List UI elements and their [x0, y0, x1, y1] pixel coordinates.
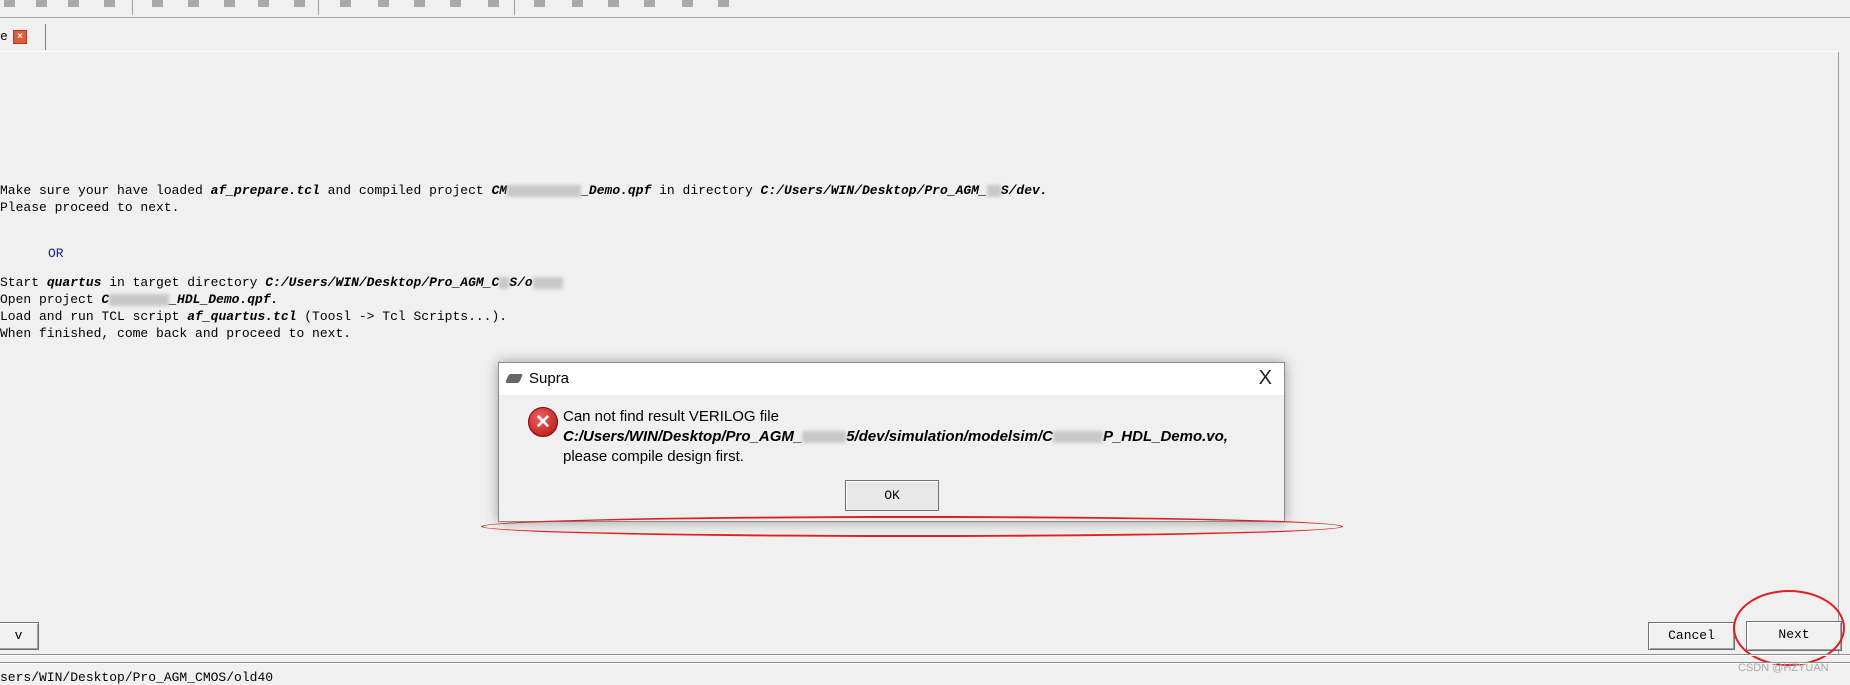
save-icon[interactable] — [36, 0, 47, 7]
divider — [0, 51, 1838, 52]
find-icon[interactable] — [340, 0, 351, 7]
box-d-icon[interactable] — [488, 0, 499, 7]
close-icon[interactable]: X — [1259, 363, 1272, 393]
instruction-line-3: Start quartus in target directory C:/Use… — [0, 275, 563, 291]
settings-icon[interactable] — [104, 0, 115, 7]
toolbar-separator — [318, 0, 319, 15]
chip2-icon[interactable] — [682, 0, 693, 7]
new-icon[interactable] — [4, 0, 15, 7]
error-dialog: Supra X ✕ Can not find result VERILOG fi… — [498, 362, 1285, 522]
error-hint: please compile design first. — [563, 448, 744, 465]
toolbar — [0, 0, 1850, 18]
box-a-icon[interactable] — [378, 0, 389, 7]
toolbar-separator — [514, 0, 515, 15]
toolbar-separator — [132, 0, 133, 15]
redacted — [986, 184, 1001, 197]
error-path: C:/Users/WIN/Desktop/Pro_AGM_ 5/dev/simul… — [563, 428, 1228, 445]
or-label: OR — [48, 246, 64, 261]
vertical-scrollbar[interactable] — [1838, 52, 1850, 654]
app-logo-icon — [504, 374, 524, 383]
back-button[interactable]: v — [0, 622, 39, 650]
error-message: Can not find result VERILOG file — [563, 408, 779, 425]
dialog-title: Supra — [529, 370, 570, 387]
window-icon[interactable] — [572, 0, 583, 7]
dialog-title-bar: Supra X — [499, 363, 1284, 395]
instruction-line-6: When finished, come back and proceed to … — [0, 326, 352, 341]
undo-icon[interactable] — [152, 0, 163, 7]
redo-icon[interactable] — [188, 0, 199, 7]
save-as-icon[interactable] — [68, 0, 79, 7]
close-icon[interactable]: × — [13, 30, 27, 44]
clock-icon[interactable] — [534, 0, 545, 7]
paste-icon[interactable] — [294, 0, 305, 7]
cancel-button[interactable]: Cancel — [1648, 622, 1735, 650]
ok-button[interactable]: OK — [845, 480, 939, 511]
annotation-ellipse — [481, 516, 1343, 537]
watermark: CSDN @HZYUAN — [1738, 662, 1829, 674]
instruction-line-5: Load and run TCL script af_quartus.tcl (… — [0, 309, 508, 324]
status-path: sers/WIN/Desktop/Pro_AGM_CMOS/old40 — [0, 670, 274, 685]
box-b-icon[interactable] — [414, 0, 425, 7]
copy-icon[interactable] — [224, 0, 235, 7]
instruction-line-4: Open project C _HDL_Demo.qpf. — [0, 292, 279, 307]
instruction-line-2: Please proceed to next. — [0, 200, 180, 215]
divider — [0, 662, 1850, 664]
instruction-line-1: Make sure your have loaded af_prepare.tc… — [0, 183, 1048, 198]
tab-active[interactable]: e × — [0, 24, 46, 50]
divider — [0, 654, 1850, 656]
panel-icon[interactable] — [608, 0, 619, 7]
error-icon: ✕ — [528, 407, 558, 437]
chip-icon[interactable] — [644, 0, 655, 7]
box-c-icon[interactable] — [450, 0, 461, 7]
cut-icon[interactable] — [258, 0, 269, 7]
close-x-icon[interactable] — [718, 0, 729, 7]
tab-label: e — [0, 29, 8, 44]
redacted — [507, 184, 582, 197]
